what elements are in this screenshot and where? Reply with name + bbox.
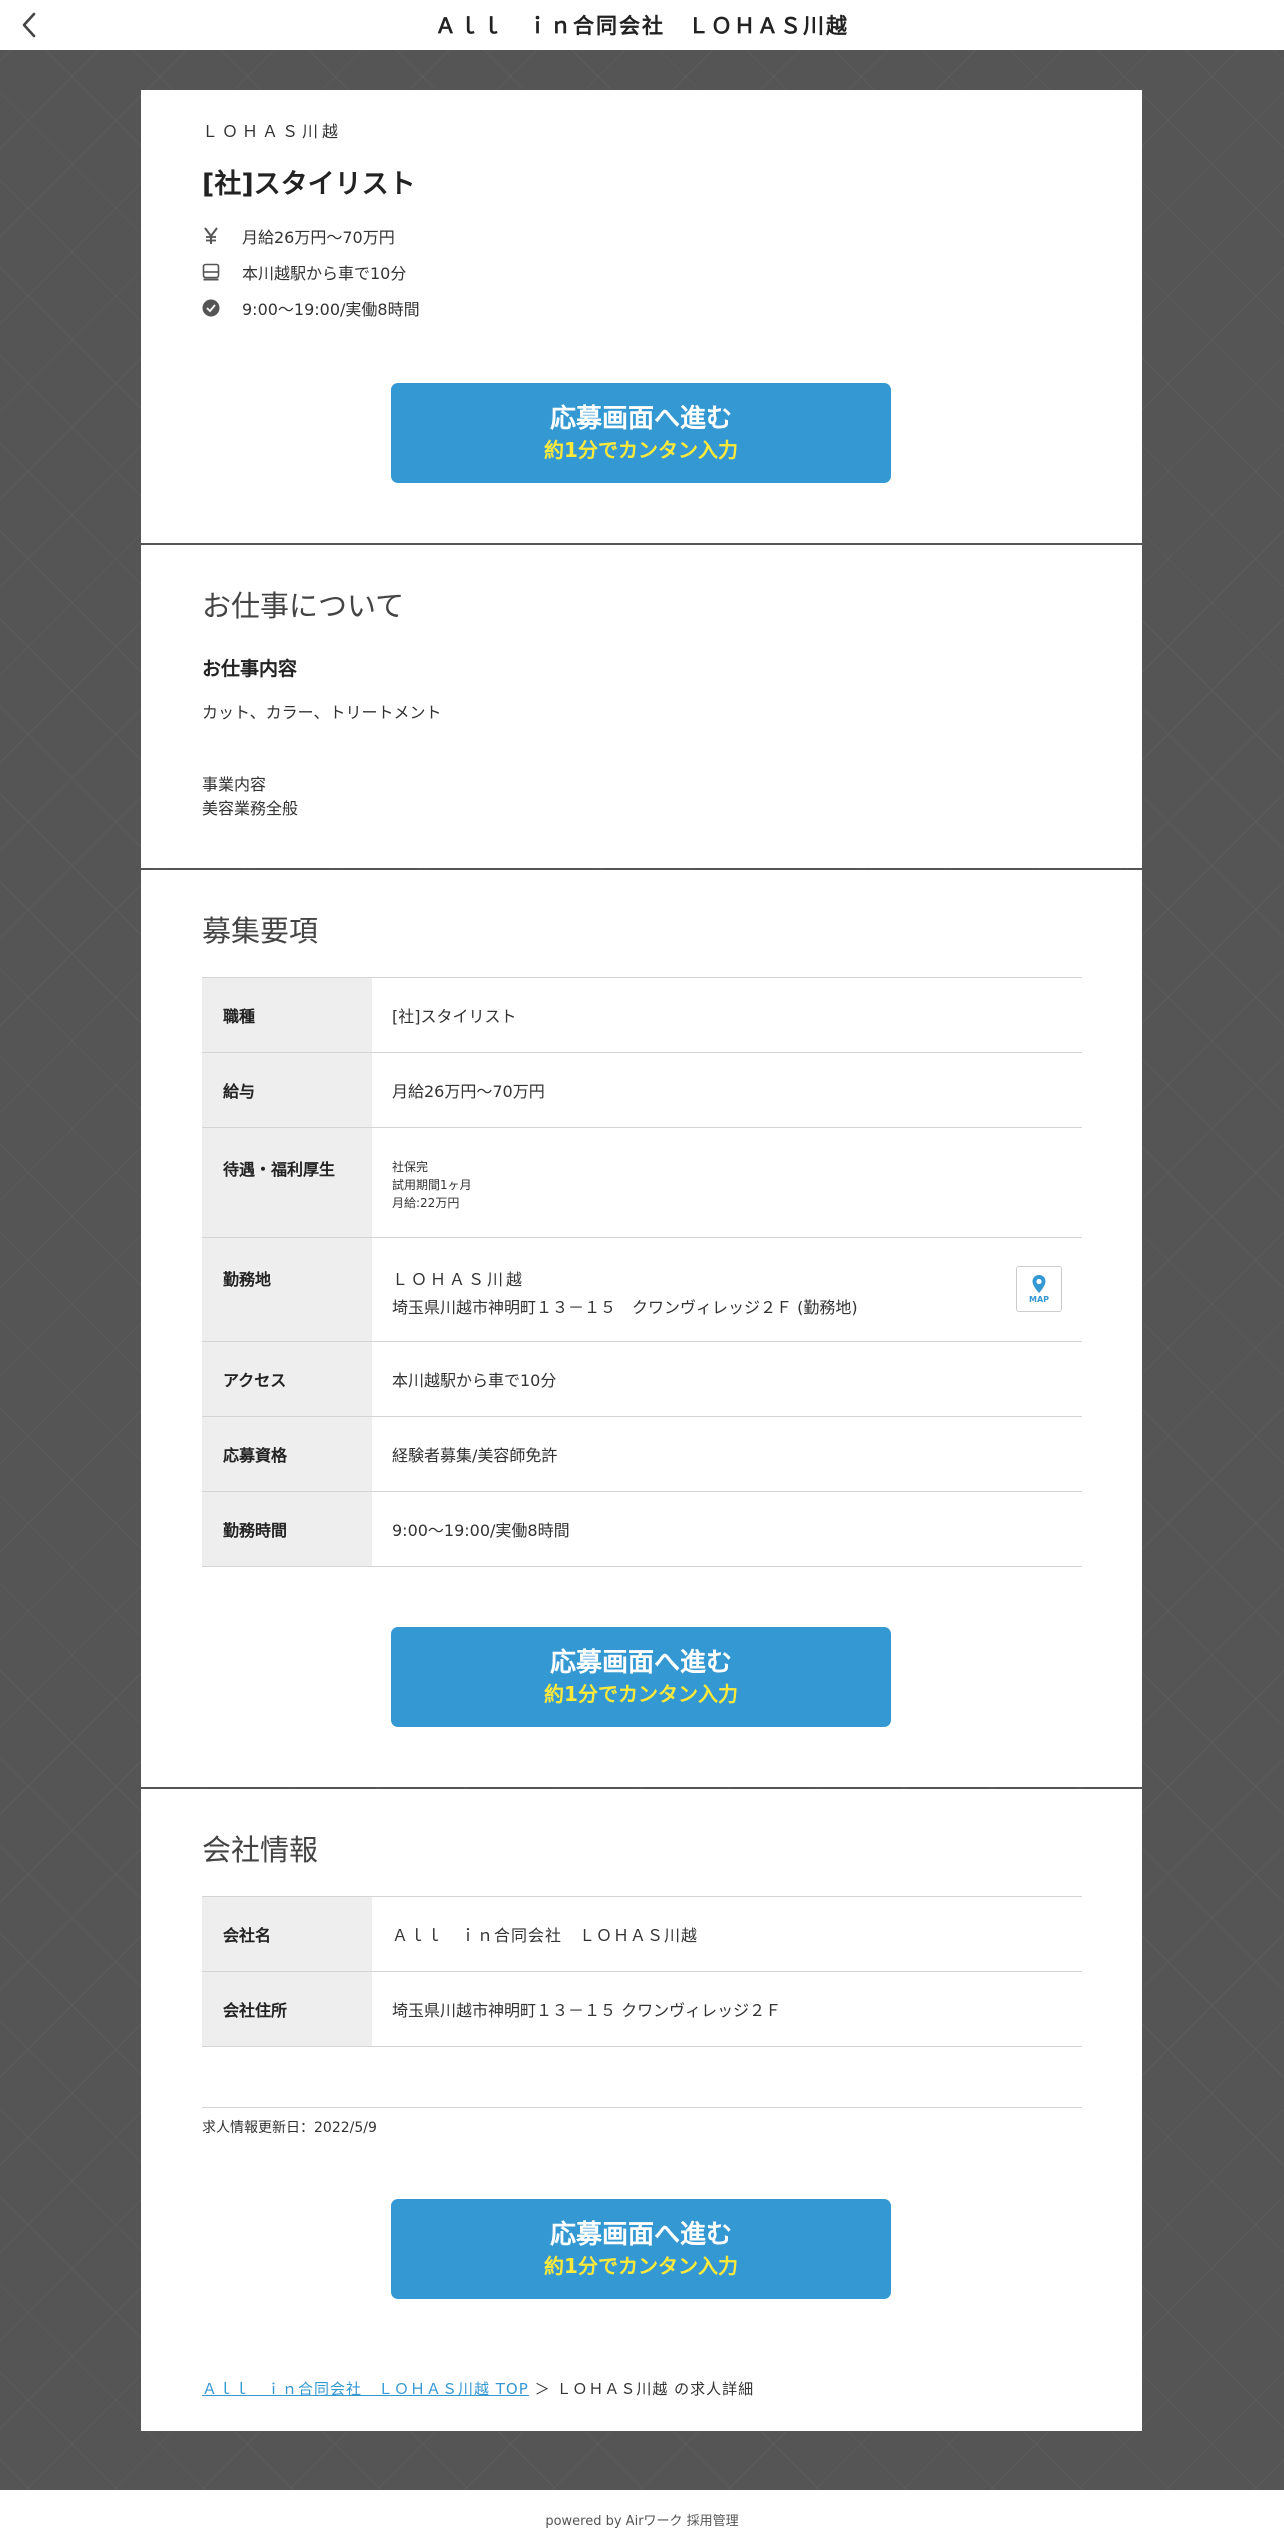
- breadcrumb-separator: ＞: [534, 2380, 551, 2398]
- row-label: アクセス: [223, 1371, 287, 1390]
- breadcrumb: Ａｌｌ ｉｎ合同会社 ＬＯＨＡＳ川越 TOP ＞ ＬＯＨＡＳ川越 の求人詳細: [202, 2378, 1081, 2399]
- table-row: 給与 月給26万円〜70万円: [202, 1052, 1082, 1128]
- row-label: 勤務地: [223, 1270, 272, 1289]
- train-icon: [202, 263, 220, 281]
- table-row: 待遇・福利厚生 社保完 試用期間1ヶ月 月給:22万円: [202, 1127, 1082, 1238]
- apply-button-label: 応募画面へ進む: [549, 2220, 732, 2250]
- apply-button-sublabel: 約1分でカンタン入力: [544, 2254, 738, 2278]
- requirements-table: 職種 [社]スタイリスト 給与 月給26万円〜70万円 待遇・福利厚生 社保完 …: [202, 977, 1082, 1567]
- work-panel: お仕事について お仕事内容 カット、カラー、トリートメント 事業内容 美容業務全…: [141, 545, 1142, 868]
- location-address: 埼玉県川越市神明町１３－１５ クワンヴィレッジ２Ｆ (勤務地): [392, 1298, 858, 1317]
- row-value: 経験者募集/美容師免許: [392, 1446, 558, 1465]
- apply-button-label: 応募画面へ進む: [549, 1648, 732, 1678]
- apply-button-sublabel: 約1分でカンタン入力: [544, 438, 738, 462]
- clock-icon: [202, 299, 220, 317]
- map-button[interactable]: MAP: [1016, 1266, 1062, 1312]
- hours-text: 9:00〜19:00/実働8時間: [242, 300, 420, 319]
- hours-row: 9:00〜19:00/実働8時間: [202, 296, 420, 320]
- row-value: 9:00〜19:00/実働8時間: [392, 1521, 570, 1540]
- row-label: 会社名: [223, 1926, 272, 1945]
- work-content-title: お仕事内容: [202, 658, 298, 680]
- top-bar: Ａｌｌ ｉｎ合同会社 ＬＯＨＡＳ川越: [0, 0, 1284, 50]
- benefits-list: 社保完 試用期間1ヶ月 月給:22万円: [392, 1128, 1062, 1212]
- table-row: 応募資格 経験者募集/美容師免許: [202, 1416, 1082, 1492]
- apply-button[interactable]: 応募画面へ進む 約1分でカンタン入力: [391, 383, 891, 483]
- work-section-title: お仕事について: [202, 589, 405, 623]
- business-label: 事業内容: [202, 775, 267, 794]
- divider: [202, 2107, 1082, 2108]
- benefit-item: 月給:22万円: [392, 1196, 460, 1210]
- page-title: Ａｌｌ ｉｎ合同会社 ＬＯＨＡＳ川越: [435, 14, 849, 38]
- row-label: 応募資格: [223, 1446, 288, 1465]
- row-value: 本川越駅から車で10分: [392, 1371, 557, 1390]
- table-row: 会社名 Ａｌｌ ｉｎ合同会社 ＬＯＨＡＳ川越: [202, 1896, 1082, 1972]
- work-location: ＬＯＨＡＳ川越 埼玉県川越市神明町１３－１５ クワンヴィレッジ２Ｆ (勤務地): [392, 1238, 1062, 1322]
- company-panel: 会社情報 会社名 Ａｌｌ ｉｎ合同会社 ＬＯＨＡＳ川越 会社住所 埼玉県川越市神…: [141, 1789, 1142, 2431]
- job-summary-panel: ＬＯＨＡＳ川越 [社]スタイリスト 月給26万円〜70万円 本川越駅から車で10…: [141, 90, 1142, 543]
- updated-date: 求人情報更新日：2022/5/9: [202, 2120, 377, 2136]
- row-label: 職種: [223, 1007, 256, 1026]
- benefit-item: 試用期間1ヶ月: [392, 1178, 472, 1192]
- requirements-section-title: 募集要項: [202, 914, 319, 948]
- row-value: 月給26万円〜70万円: [392, 1082, 545, 1101]
- row-label: 給与: [223, 1082, 256, 1101]
- location-name: ＬＯＨＡＳ川越: [392, 1270, 526, 1289]
- yen-icon: [202, 227, 220, 245]
- row-label: 待遇・福利厚生: [223, 1160, 336, 1179]
- row-value: 埼玉県川越市神明町１３－１５ クワンヴィレッジ２Ｆ: [392, 2001, 782, 2020]
- footer: powered by Airワーク 採用管理: [0, 2490, 1284, 2548]
- row-label: 勤務時間: [223, 1521, 288, 1540]
- benefit-item: 社保完: [392, 1160, 429, 1174]
- chevron-left-icon: [22, 12, 36, 38]
- apply-button[interactable]: 応募画面へ進む 約1分でカンタン入力: [391, 1627, 891, 1727]
- store-name: ＬＯＨＡＳ川越: [202, 122, 343, 141]
- back-button[interactable]: [14, 9, 46, 41]
- table-row: 勤務時間 9:00〜19:00/実働8時間: [202, 1491, 1082, 1567]
- business-value: 美容業務全般: [202, 799, 299, 818]
- table-row: 勤務地 ＬＯＨＡＳ川越 埼玉県川越市神明町１３－１５ クワンヴィレッジ２Ｆ (勤…: [202, 1237, 1082, 1342]
- access-row: 本川越駅から車で10分: [202, 260, 406, 284]
- table-row: アクセス 本川越駅から車で10分: [202, 1341, 1082, 1417]
- row-label: 会社住所: [223, 2001, 288, 2020]
- job-title: [社]スタイリスト: [202, 169, 416, 200]
- access-text: 本川越駅から車で10分: [242, 264, 407, 283]
- requirements-panel: 募集要項 職種 [社]スタイリスト 給与 月給26万円〜70万円 待遇・福利厚生…: [141, 870, 1142, 1787]
- table-row: 職種 [社]スタイリスト: [202, 977, 1082, 1053]
- apply-button-sublabel: 約1分でカンタン入力: [544, 1682, 738, 1706]
- table-row: 会社住所 埼玉県川越市神明町１３－１５ クワンヴィレッジ２Ｆ: [202, 1971, 1082, 2047]
- breadcrumb-current: ＬＯＨＡＳ川越 の求人詳細: [556, 2380, 755, 2398]
- row-value: [社]スタイリスト: [392, 1007, 517, 1026]
- footer-text: powered by Airワーク 採用管理: [545, 2513, 739, 2529]
- apply-button-label: 応募画面へ進む: [549, 404, 732, 434]
- salary-row: 月給26万円〜70万円: [202, 224, 395, 248]
- work-content: カット、カラー、トリートメント: [202, 703, 442, 722]
- map-pin-icon: [1032, 1275, 1046, 1293]
- breadcrumb-top-link[interactable]: Ａｌｌ ｉｎ合同会社 ＬＯＨＡＳ川越 TOP: [202, 2380, 529, 2398]
- map-label: MAP: [1028, 1295, 1049, 1304]
- salary-text: 月給26万円〜70万円: [242, 228, 395, 247]
- company-table: 会社名 Ａｌｌ ｉｎ合同会社 ＬＯＨＡＳ川越 会社住所 埼玉県川越市神明町１３－…: [202, 1896, 1082, 2047]
- apply-button[interactable]: 応募画面へ進む 約1分でカンタン入力: [391, 2199, 891, 2299]
- company-section-title: 会社情報: [202, 1833, 319, 1867]
- row-value: Ａｌｌ ｉｎ合同会社 ＬＯＨＡＳ川越: [392, 1926, 699, 1945]
